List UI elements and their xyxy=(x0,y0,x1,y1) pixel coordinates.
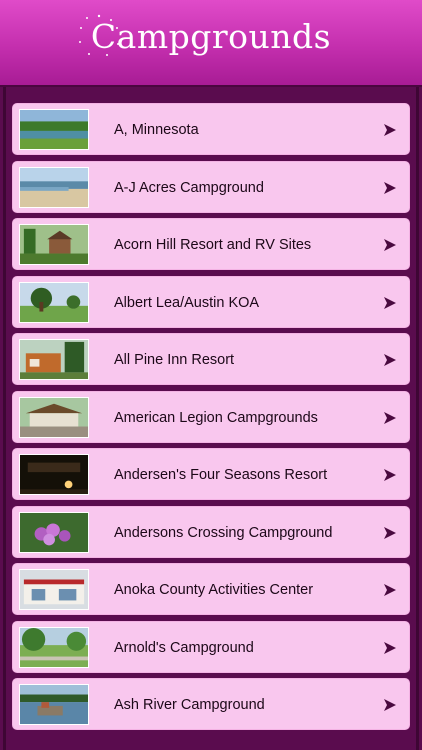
building-photo-thumbnail xyxy=(19,569,89,610)
campground-name: Arnold's Campground xyxy=(114,639,254,656)
campground-row[interactable]: A-J Acres Campground xyxy=(12,160,410,213)
flowers-photo-thumbnail xyxy=(19,511,89,553)
campground-name: Acorn Hill Resort and RV Sites xyxy=(114,237,312,253)
chevron-right-icon[interactable] xyxy=(383,468,397,482)
chevron-right-icon[interactable] xyxy=(383,698,397,712)
chevron-right-icon[interactable] xyxy=(383,526,397,540)
campground-name: Andersen's Four Seasons Resort xyxy=(114,467,328,483)
chevron-right-icon[interactable] xyxy=(383,181,397,195)
campground-list-frame: A, Minnesota A-J Acres Campground Acorn Hi… xyxy=(0,87,422,750)
page-title: Campgrounds xyxy=(90,17,332,56)
campground-row[interactable]: American Legion Campgrounds xyxy=(12,390,410,443)
campground-row[interactable]: Ash River Campground xyxy=(12,678,410,730)
tree-field-photo-thumbnail xyxy=(19,281,89,323)
lake-photo-thumbnail xyxy=(19,109,89,150)
campground-list: A, Minnesota A-J Acres Campground Acorn Hi… xyxy=(12,103,410,736)
campground-row[interactable]: Andersons Crossing Campground xyxy=(12,505,410,558)
chevron-right-icon[interactable] xyxy=(383,353,397,367)
campground-row[interactable]: Acorn Hill Resort and RV Sites xyxy=(12,218,410,270)
campground-row[interactable]: A, Minnesota xyxy=(12,103,410,155)
campground-row[interactable]: Anoka County Activities Center xyxy=(12,563,410,615)
campground-name: Andersons Crossing Campground xyxy=(114,524,333,541)
beach-photo-thumbnail xyxy=(19,166,89,208)
pavilion-photo-thumbnail xyxy=(19,396,89,438)
campground-name: Ash River Campground xyxy=(114,697,265,713)
chevron-right-icon[interactable] xyxy=(383,296,397,310)
chevron-right-icon[interactable] xyxy=(383,641,397,655)
campground-name: Albert Lea/Austin KOA xyxy=(114,294,260,311)
campground-name: All Pine Inn Resort xyxy=(114,352,235,368)
campground-name: American Legion Campgrounds xyxy=(114,409,318,426)
campground-name: A-J Acres Campground xyxy=(114,179,264,196)
campground-row[interactable]: Andersen's Four Seasons Resort xyxy=(12,448,410,500)
campground-row[interactable]: All Pine Inn Resort xyxy=(12,333,410,385)
night-sign-photo-thumbnail xyxy=(19,454,89,495)
campground-row[interactable]: Albert Lea/Austin KOA xyxy=(12,275,410,328)
campground-name: Anoka County Activities Center xyxy=(114,582,314,598)
chevron-right-icon[interactable] xyxy=(383,238,397,252)
park-photo-thumbnail xyxy=(19,626,89,668)
river-photo-thumbnail xyxy=(19,684,89,725)
app-header: Campgrounds xyxy=(0,0,422,87)
chevron-right-icon[interactable] xyxy=(383,411,397,425)
chevron-right-icon[interactable] xyxy=(383,123,397,137)
campground-name: A, Minnesota xyxy=(114,122,199,138)
cabin-photo-thumbnail xyxy=(19,224,89,265)
chevron-right-icon[interactable] xyxy=(383,583,397,597)
lodge-photo-thumbnail xyxy=(19,339,89,380)
campground-row[interactable]: Arnold's Campground xyxy=(12,620,410,673)
